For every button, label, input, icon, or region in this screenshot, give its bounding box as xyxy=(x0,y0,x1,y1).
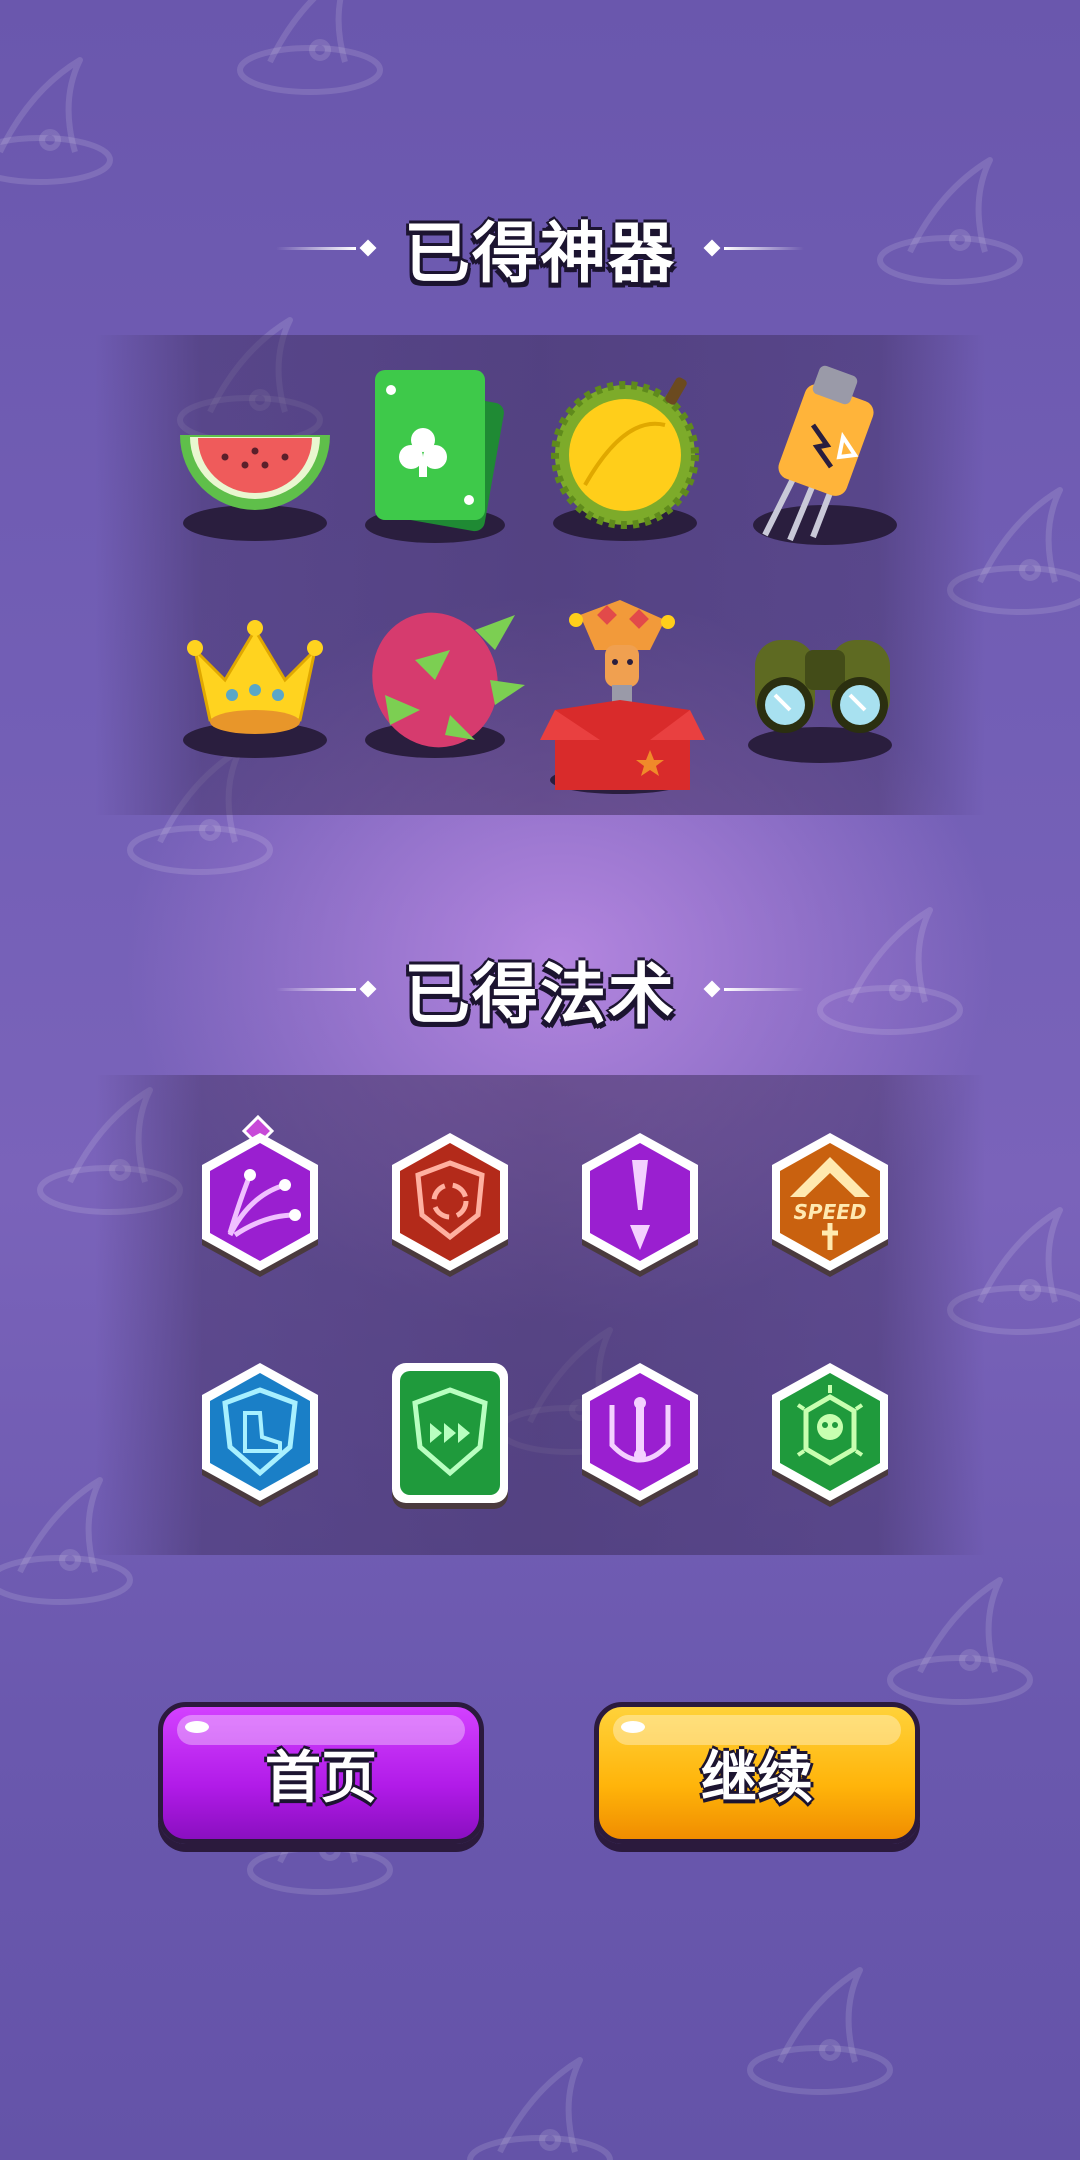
spells-panel: SPEED xyxy=(95,1075,985,1555)
watermelon-icon[interactable] xyxy=(170,365,340,565)
fast-forward-shield-spell-icon[interactable] xyxy=(380,1345,550,1545)
title-decoration-left xyxy=(276,239,380,257)
poison-skull-spell-icon[interactable] xyxy=(760,1345,930,1545)
button-shine xyxy=(185,1721,209,1733)
spells-section-header: 已得法术 xyxy=(0,944,1080,1034)
title-decoration-left xyxy=(276,980,380,998)
piercing-arrow-spell-icon[interactable] xyxy=(570,1115,740,1315)
jack-in-the-box-icon[interactable] xyxy=(540,600,710,800)
multi-shot-spell-icon[interactable] xyxy=(190,1115,360,1315)
durian-icon[interactable] xyxy=(540,365,710,565)
dragon-fruit-icon[interactable] xyxy=(355,600,525,800)
boot-shield-spell-icon[interactable] xyxy=(190,1345,360,1545)
title-decoration-right xyxy=(700,980,804,998)
playing-card-icon[interactable] xyxy=(355,365,525,565)
speed-up-spell-icon[interactable]: SPEED xyxy=(760,1115,930,1315)
speed-badge-text: SPEED xyxy=(794,1200,867,1224)
artifacts-panel xyxy=(95,335,985,815)
button-shine xyxy=(621,1721,645,1733)
artifacts-title: 已得神器 xyxy=(404,215,676,292)
continue-button[interactable]: 继续 xyxy=(594,1702,920,1844)
home-button-label: 首页 xyxy=(265,1745,377,1811)
title-decoration-right xyxy=(700,239,804,257)
battery-icon[interactable] xyxy=(735,365,905,565)
home-button[interactable]: 首页 xyxy=(158,1702,484,1844)
crown-icon[interactable] xyxy=(170,600,340,800)
artifacts-section-header: 已得神器 xyxy=(0,203,1080,293)
continue-button-label: 继续 xyxy=(701,1745,813,1811)
rotation-shield-spell-icon[interactable] xyxy=(380,1115,550,1315)
spells-title: 已得法术 xyxy=(404,956,676,1033)
bone-shield-spell-icon[interactable] xyxy=(570,1345,740,1545)
binoculars-icon[interactable] xyxy=(735,600,905,800)
